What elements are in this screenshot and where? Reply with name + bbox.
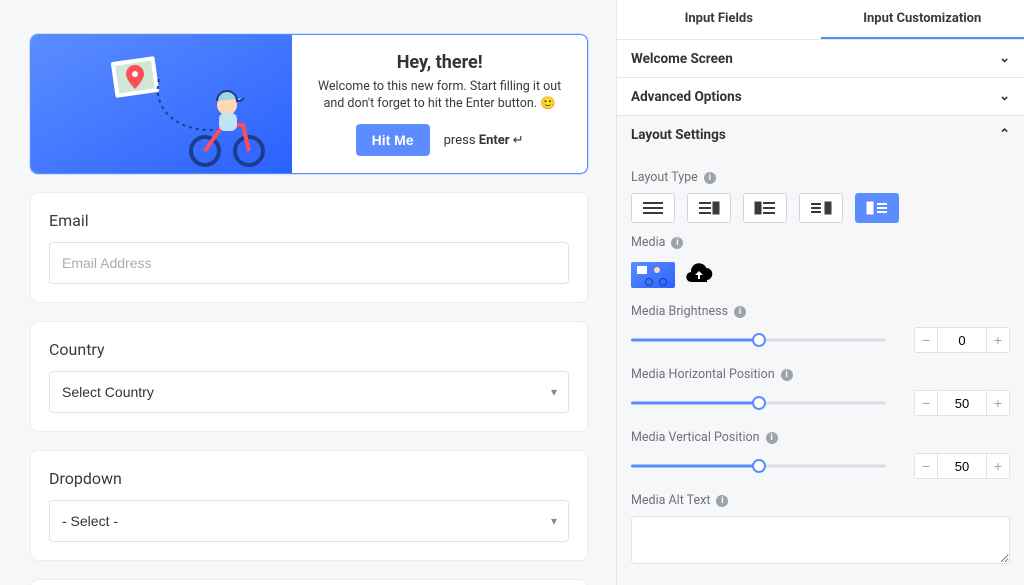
media-picker-row: [631, 258, 1010, 292]
bicycle-rider-icon: [183, 85, 273, 171]
email-input[interactable]: [49, 242, 569, 284]
chevron-down-icon: ⌄: [999, 51, 1010, 66]
chevron-up-icon: ⌃: [999, 127, 1010, 142]
media-alt-label: Media Alt Text: [631, 493, 710, 508]
welcome-text: Welcome to this new form. Start filling …: [308, 79, 571, 113]
layout-option-split-left[interactable]: [855, 193, 899, 223]
stepper-plus-button[interactable]: +: [987, 391, 1009, 415]
info-icon[interactable]: i: [704, 172, 716, 184]
horizontal-input[interactable]: [937, 391, 987, 415]
media-alt-textarea[interactable]: [631, 516, 1010, 564]
media-vertical-label: Media Vertical Position: [631, 430, 760, 445]
welcome-actions: Hit Me press Enter ↵: [356, 124, 524, 156]
info-icon[interactable]: i: [781, 369, 793, 381]
accordion-label: Layout Settings: [631, 127, 726, 143]
country-label: Country: [49, 340, 569, 359]
press-enter-hint: press Enter ↵: [444, 133, 524, 148]
stepper-minus-button[interactable]: −: [915, 454, 937, 478]
press-key: Enter: [479, 133, 510, 148]
vertical-input[interactable]: [937, 454, 987, 478]
email-label: Email: [49, 211, 569, 230]
info-icon[interactable]: i: [766, 432, 778, 444]
settings-panel: Input Fields Input Customization Welcome…: [616, 0, 1024, 585]
layout-option-media-left[interactable]: [743, 193, 787, 223]
alt-label-row: Media Alt Text i: [631, 493, 1010, 508]
welcome-media: [31, 35, 292, 173]
layout-option-media-right[interactable]: [687, 193, 731, 223]
enter-arrow-icon: ↵: [513, 133, 524, 148]
info-icon[interactable]: i: [716, 495, 728, 507]
field-card-email[interactable]: Email: [30, 192, 588, 303]
welcome-card[interactable]: Hey, there! Welcome to this new form. St…: [30, 34, 588, 174]
panel-tabs: Input Fields Input Customization: [617, 0, 1024, 40]
form-preview: Hey, there! Welcome to this new form. St…: [0, 0, 616, 585]
country-select[interactable]: Select Country: [49, 371, 569, 413]
field-card-dropdown[interactable]: Dropdown - Select - ▾: [30, 450, 588, 561]
layout-type-label-row: Layout Type i: [631, 170, 1010, 185]
horizontal-stepper: − +: [914, 390, 1010, 416]
field-card-upload[interactable]: Image Upload Choose File: [30, 579, 588, 585]
dropdown-label: Dropdown: [49, 469, 569, 488]
info-icon[interactable]: i: [671, 237, 683, 249]
upload-icon[interactable]: [685, 262, 713, 288]
media-brightness-label: Media Brightness: [631, 304, 728, 319]
hit-me-button[interactable]: Hit Me: [356, 124, 430, 156]
media-horizontal-label: Media Horizontal Position: [631, 367, 775, 382]
layout-type-options: [631, 193, 1010, 223]
panel-body: Welcome Screen ⌄ Advanced Options ⌄ Layo…: [617, 40, 1024, 585]
accordion-label: Welcome Screen: [631, 51, 733, 67]
brightness-input[interactable]: [937, 328, 987, 352]
field-card-country[interactable]: Country Select Country ▾: [30, 321, 588, 432]
tab-input-customization[interactable]: Input Customization: [821, 0, 1024, 39]
stepper-minus-button[interactable]: −: [915, 328, 937, 352]
accordion-advanced-options[interactable]: Advanced Options ⌄: [617, 78, 1024, 116]
welcome-heading: Hey, there!: [397, 52, 483, 73]
horizontal-slider[interactable]: [631, 393, 886, 413]
brightness-row: − +: [631, 327, 1010, 353]
accordion-welcome-screen[interactable]: Welcome Screen ⌄: [617, 40, 1024, 78]
media-label-row: Media i: [631, 235, 1010, 250]
layout-type-label: Layout Type: [631, 170, 698, 185]
info-icon[interactable]: i: [734, 306, 746, 318]
stepper-minus-button[interactable]: −: [915, 391, 937, 415]
layout-settings-content: Layout Type i: [617, 154, 1024, 580]
layout-option-lines[interactable]: [631, 193, 675, 223]
layout-option-split-right[interactable]: [799, 193, 843, 223]
brightness-label-row: Media Brightness i: [631, 304, 1010, 319]
accordion-layout-settings[interactable]: Layout Settings ⌃: [617, 116, 1024, 154]
welcome-body: Hey, there! Welcome to this new form. St…: [292, 35, 587, 173]
stepper-plus-button[interactable]: +: [987, 454, 1009, 478]
horizontal-row: − +: [631, 390, 1010, 416]
tab-input-fields[interactable]: Input Fields: [617, 0, 821, 39]
vertical-stepper: − +: [914, 453, 1010, 479]
vertical-slider[interactable]: [631, 456, 886, 476]
media-thumbnail[interactable]: [631, 262, 675, 288]
brightness-stepper: − +: [914, 327, 1010, 353]
press-prefix: press: [444, 133, 479, 148]
accordion-label: Advanced Options: [631, 89, 742, 105]
horizontal-label-row: Media Horizontal Position i: [631, 367, 1010, 382]
vertical-row: − +: [631, 453, 1010, 479]
stepper-plus-button[interactable]: +: [987, 328, 1009, 352]
brightness-slider[interactable]: [631, 330, 886, 350]
vertical-label-row: Media Vertical Position i: [631, 430, 1010, 445]
dropdown-select[interactable]: - Select -: [49, 500, 569, 542]
chevron-down-icon: ⌄: [999, 89, 1010, 104]
media-label: Media: [631, 235, 665, 250]
